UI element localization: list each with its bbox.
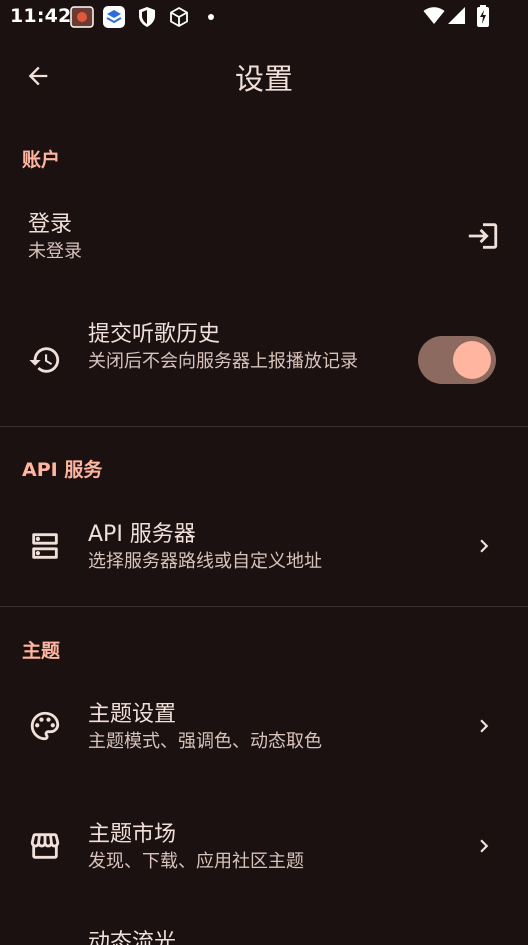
store-icon (26, 827, 64, 865)
cellular-signal-icon (448, 7, 466, 29)
api-server-subtitle: 选择服务器路线或自定义地址 (88, 551, 322, 572)
theme-market-title: 主题市场 (88, 822, 177, 847)
scrobble-history-subtitle: 关闭后不会向服务器上报播放记录 (88, 351, 358, 372)
app-notification-icon (70, 6, 94, 32)
status-time: 11:42 (10, 5, 72, 27)
theme-market-subtitle: 发现、下载、应用社区主题 (88, 851, 304, 872)
login-subtitle: 未登录 (28, 241, 82, 262)
theme-settings-subtitle: 主题模式、强调色、动态取色 (88, 731, 322, 752)
login-item[interactable]: 登录 未登录 (0, 190, 528, 282)
top-app-bar: 设置 (0, 40, 528, 112)
palette-icon (26, 707, 64, 745)
section-header-account: 账户 (22, 149, 61, 171)
dynamic-flow-item[interactable]: 动态流光 (0, 918, 528, 945)
section-divider (0, 426, 528, 427)
section-header-theme: 主题 (22, 640, 61, 662)
theme-market-item[interactable]: 主题市场 发现、下载、应用社区主题 (0, 800, 528, 892)
history-icon (26, 341, 64, 379)
cube-icon (168, 6, 190, 32)
scrobble-history-toggle[interactable] (418, 336, 496, 384)
settings-screen: 11:42 设置 账户 登录 未登录 提交听歌历史 关闭后不会向服务器上报播放记… (0, 0, 528, 945)
chevron-right-icon (470, 832, 498, 860)
chevron-right-icon (470, 532, 498, 560)
wifi-icon (423, 7, 445, 29)
theme-settings-item[interactable]: 主题设置 主题模式、强调色、动态取色 (0, 680, 528, 772)
scrobble-history-title: 提交听歌历史 (88, 322, 221, 347)
chevron-right-icon (470, 712, 498, 740)
battery-charging-icon (476, 5, 490, 31)
layers-app-icon (103, 6, 125, 32)
login-title: 登录 (28, 212, 73, 237)
section-header-api: API 服务 (22, 459, 103, 481)
api-server-item[interactable]: API 服务器 选择服务器路线或自定义地址 (0, 500, 528, 592)
shield-icon (137, 6, 157, 32)
scrobble-history-item[interactable]: 提交听歌历史 关闭后不会向服务器上报播放记录 (0, 300, 528, 420)
server-icon (26, 527, 64, 565)
section-divider (0, 606, 528, 607)
api-server-title: API 服务器 (88, 522, 196, 547)
theme-settings-title: 主题设置 (88, 702, 177, 727)
page-title: 设置 (234, 62, 293, 96)
dynamic-flow-title: 动态流光 (88, 930, 177, 945)
login-icon (464, 217, 502, 255)
toggle-knob (453, 341, 491, 379)
more-notifications-dot (208, 14, 214, 20)
status-bar: 11:42 (0, 0, 528, 34)
